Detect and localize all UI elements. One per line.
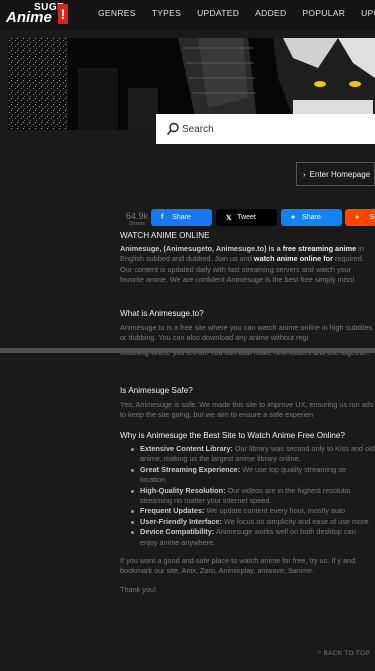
heading-what-is: What is Animesuge.to?: [120, 309, 204, 318]
facebook-icon: f: [161, 214, 164, 221]
reddit-icon: ●: [355, 214, 360, 221]
share-count-label: Shares: [129, 221, 145, 227]
nav-upcoming[interactable]: UPCOMING: [361, 0, 375, 30]
feature-title: Extensive Content Library:: [140, 444, 233, 453]
feature-text: We update content every hour, mostly aut…: [204, 506, 346, 516]
heading-watch-anime: WATCH ANIME ONLINE: [120, 231, 210, 240]
list-item: Frequent Updates: We update content ever…: [120, 506, 375, 516]
nav-genres[interactable]: GENRES: [98, 0, 136, 30]
search-box: [156, 114, 375, 144]
list-item: User-Friendly Interface: We focus on sim…: [120, 517, 375, 527]
list-item: Extensive Content Library: Our library w…: [120, 444, 375, 465]
feature-title: User-Friendly Interface:: [140, 516, 222, 526]
share-counter: 64.9k Shares: [124, 211, 150, 227]
enter-homepage-label: Enter Homepage: [309, 169, 371, 179]
list-item: High-Quality Resolution: Our videos are …: [120, 486, 375, 507]
messenger-share-label: Share: [302, 214, 321, 221]
messenger-icon: ●: [291, 214, 296, 221]
intro-bold-2: watch anime online for: [253, 254, 333, 264]
divider-bar: [0, 348, 375, 353]
site-logo[interactable]: SUGE Anime !: [6, 2, 68, 26]
reddit-share-label: S: [369, 214, 375, 221]
nav-updated[interactable]: UPDATED: [197, 0, 239, 30]
section-why-best: Why is Animesuge the Best Site to Watch …: [120, 430, 375, 595]
intro-paragraph: Animesuge, (Animesugeto, Animesuge.to) i…: [120, 244, 375, 286]
nav-added[interactable]: ADDED: [255, 0, 286, 30]
search-icon[interactable]: [166, 122, 180, 136]
intro-text-1: Animesuge, (Animesugeto, Animesuge.to) i…: [120, 244, 283, 253]
search-input[interactable]: [182, 114, 372, 144]
feature-text: We focus on simplicity and ease of use m…: [221, 516, 371, 526]
thanks-text: Thank you!: [120, 584, 157, 594]
nav-popular[interactable]: POPULAR: [302, 0, 345, 30]
what-is-paragraph: Animesuge.to is a free site where you ca…: [120, 323, 373, 343]
nav-types[interactable]: TYPES: [152, 0, 181, 30]
reddit-share-button[interactable]: ● S: [345, 209, 375, 226]
heading-why-best: Why is Animesuge the Best Site to Watch …: [120, 431, 345, 440]
features-list: Extensive Content Library: Our library w…: [120, 444, 375, 548]
feature-title: Frequent Updates:: [140, 506, 205, 516]
safe-paragraph: Yes, Animesuge is safe. We made this sit…: [120, 400, 374, 420]
top-navbar: SUGE Anime ! GENRES TYPES UPDATED ADDED …: [0, 0, 375, 30]
share-count: 64.9k: [125, 211, 149, 221]
chevron-right-icon: ›: [303, 169, 306, 179]
twitter-share-label: Tweet: [237, 214, 256, 221]
list-item: Device Compatibility: Animesuge works we…: [120, 527, 375, 548]
messenger-share-button[interactable]: ● Share: [281, 209, 342, 226]
feature-title: Device Compatibility:: [140, 527, 215, 537]
feature-title: Great Streaming Experience:: [140, 464, 241, 474]
twitter-share-button[interactable]: 𝕏 Tweet: [216, 209, 277, 226]
list-item: Great Streaming Experience: We use top q…: [120, 465, 375, 486]
section-watch: WATCH ANIME ONLINE Animesuge, (Animesuge…: [120, 230, 375, 286]
main-nav: GENRES TYPES UPDATED ADDED POPULAR UPCOM…: [98, 0, 375, 30]
facebook-share-button[interactable]: f Share: [151, 209, 212, 226]
feature-title: High-Quality Resolution:: [140, 485, 226, 495]
back-to-top-link[interactable]: ^ BACK TO TOP: [318, 650, 370, 657]
back-to-top-label: BACK TO TOP: [323, 650, 370, 657]
section-safe: Is Animesuge Safe? Yes, Animesuge is saf…: [120, 385, 375, 421]
outro-paragraph: If you want a good and safe place to wat…: [120, 556, 356, 576]
facebook-share-label: Share: [172, 214, 191, 221]
heading-is-safe: Is Animesuge Safe?: [120, 386, 193, 395]
enter-homepage-button[interactable]: › Enter Homepage: [296, 162, 375, 186]
logo-bang: !: [58, 4, 68, 24]
logo-main-text: Anime: [6, 9, 52, 26]
intro-bold-1: free streaming anime: [282, 244, 357, 253]
x-twitter-icon: 𝕏: [226, 214, 232, 222]
